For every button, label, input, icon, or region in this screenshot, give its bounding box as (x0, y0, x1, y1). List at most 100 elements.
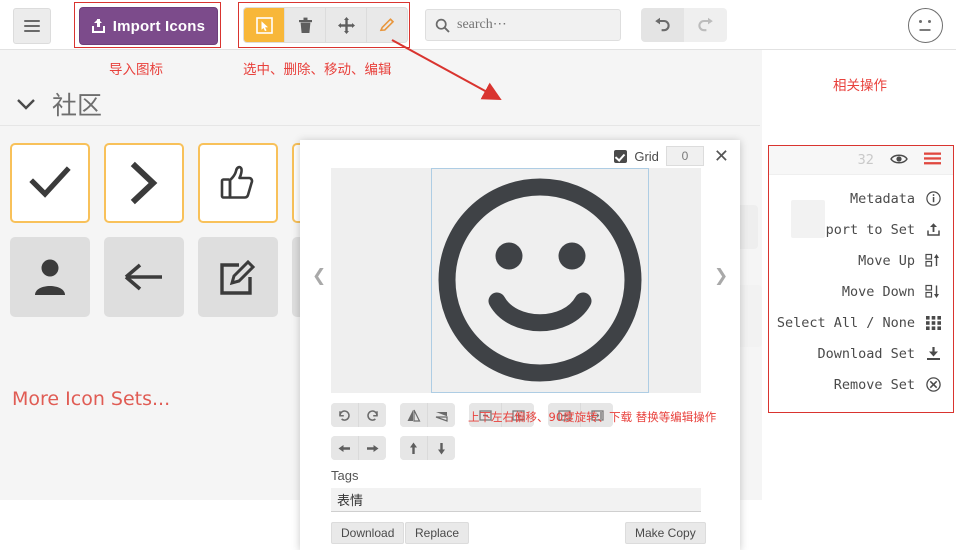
ops-item-label: Metadata (850, 191, 915, 207)
undo-redo-group (641, 8, 727, 42)
move-arrows-icon (338, 17, 355, 34)
annotation-edit-ops: 上下左右偏移、90度旋转、下载 替换等编辑操作 (468, 409, 716, 425)
delete-tool-button[interactable] (285, 8, 326, 42)
prev-icon-button[interactable]: ❮ (312, 266, 326, 286)
main-menu-button[interactable] (13, 8, 51, 44)
flip-group (400, 403, 455, 427)
ghost-document-icon (791, 200, 825, 238)
pencil-icon (378, 16, 396, 34)
chevron-down-icon[interactable] (16, 98, 36, 111)
arrow-up-icon (407, 441, 420, 456)
undo-button[interactable] (641, 8, 684, 42)
eye-icon[interactable] (890, 153, 908, 168)
trash-icon (298, 17, 313, 34)
next-icon-button[interactable]: ❯ (714, 266, 728, 286)
pencil-square-icon (218, 257, 258, 297)
rotate-ccw-button[interactable] (331, 403, 358, 427)
search-box[interactable] (425, 9, 621, 41)
import-icons-button[interactable]: Import Icons (79, 7, 218, 45)
download-icon (925, 346, 941, 361)
set-operations-panel: 32 Metadata (768, 145, 954, 413)
arrow-right-icon (365, 442, 380, 455)
arrow-left-icon (122, 260, 166, 294)
account-button[interactable] (908, 8, 943, 43)
grid-label: Grid (634, 149, 659, 164)
ops-item-label: Download Set (817, 346, 915, 362)
undo-arrow-icon (653, 17, 672, 34)
annotation-ops: 相关操作 (833, 74, 887, 94)
preview-canvas[interactable] (331, 168, 701, 393)
nudge-vertical-group (400, 436, 455, 460)
redo-arrow-icon (696, 17, 715, 34)
icon-tile-user[interactable] (10, 237, 90, 317)
nudge-left-button[interactable] (331, 436, 358, 460)
icon-count: 32 (857, 153, 874, 168)
neutral-face-icon (909, 9, 941, 41)
smiley-face-icon (331, 168, 701, 393)
select-tool-button[interactable] (244, 8, 285, 42)
icon-tile-arrow-left[interactable] (104, 237, 184, 317)
annotation-tools: 选中、删除、移动、编辑 (243, 58, 392, 78)
grid-checkbox[interactable] (614, 150, 627, 163)
flip-horizontal-button[interactable] (400, 403, 427, 427)
app-root: Import Icons (0, 0, 956, 500)
more-icon-sets-link[interactable]: More Icon Sets... (12, 388, 170, 410)
icon-tile-check[interactable] (10, 143, 90, 223)
arrow-down-icon (435, 441, 448, 456)
flip-vertical-button[interactable] (427, 403, 455, 427)
ops-item-label: Move Down (842, 284, 915, 300)
ops-item-label: Select All / None (777, 315, 915, 331)
ops-item-move-up[interactable]: Move Up (769, 245, 953, 276)
ops-item-label: Remove Set (834, 377, 915, 393)
import-icons-label: Import Icons (113, 18, 205, 35)
move-tool-button[interactable] (326, 8, 367, 42)
rotate-ccw-icon (337, 408, 352, 423)
edit-controls-row-2 (331, 436, 613, 460)
hamburger-icon (24, 20, 40, 32)
chevron-right-icon (127, 161, 161, 205)
ops-item-label: Move Up (858, 253, 915, 269)
grid-squares-icon (925, 315, 941, 330)
ops-menu-icon[interactable] (924, 152, 941, 168)
annotation-import: 导入图标 (109, 58, 163, 78)
nudge-right-button[interactable] (358, 436, 386, 460)
nudge-down-button[interactable] (427, 436, 455, 460)
remove-circle-icon (925, 377, 941, 392)
rotate-cw-button[interactable] (358, 403, 386, 427)
move-up-icon (925, 253, 941, 268)
edit-tool-button[interactable] (367, 8, 407, 42)
flip-horizontal-icon (406, 408, 421, 423)
icon-tile-thumbs-up-outline[interactable] (198, 143, 278, 223)
upload-icon (92, 19, 105, 33)
icon-tile-pencil-square[interactable] (198, 237, 278, 317)
main-content: 社区 (0, 50, 956, 500)
ops-item-move-down[interactable]: Move Down (769, 276, 953, 307)
nudge-up-button[interactable] (400, 436, 427, 460)
search-input[interactable] (457, 17, 607, 33)
grid-value-input[interactable]: 0 (666, 146, 704, 166)
top-toolbar: Import Icons (0, 0, 956, 50)
ops-item-remove-set[interactable]: Remove Set (769, 369, 953, 400)
tags-input[interactable] (331, 488, 701, 512)
close-icon[interactable]: ✕ (711, 147, 732, 165)
icon-set-title: 社区 (52, 86, 102, 122)
search-icon (435, 18, 450, 33)
download-button[interactable]: Download (331, 522, 404, 544)
icon-set-header[interactable]: 社区 (0, 83, 760, 126)
nudge-horizontal-group (331, 436, 386, 460)
ops-item-download-set[interactable]: Download Set (769, 338, 953, 369)
redo-button[interactable] (684, 8, 727, 42)
ops-item-select-all-none[interactable]: Select All / None (769, 307, 953, 338)
icon-editor-modal: Grid 0 ✕ ❮ ❯ (300, 140, 740, 550)
make-copy-button[interactable]: Make Copy (625, 522, 706, 544)
icon-tile-chevron-right[interactable] (104, 143, 184, 223)
tags-label: Tags (331, 468, 358, 483)
replace-button[interactable]: Replace (405, 522, 469, 544)
modal-header: Grid 0 ✕ (614, 146, 732, 166)
arrow-left-icon (337, 442, 352, 455)
rotate-group (331, 403, 386, 427)
ops-panel-header: 32 (769, 146, 953, 175)
cursor-select-icon (256, 17, 273, 34)
move-down-icon (925, 284, 941, 299)
rotate-cw-icon (365, 408, 380, 423)
